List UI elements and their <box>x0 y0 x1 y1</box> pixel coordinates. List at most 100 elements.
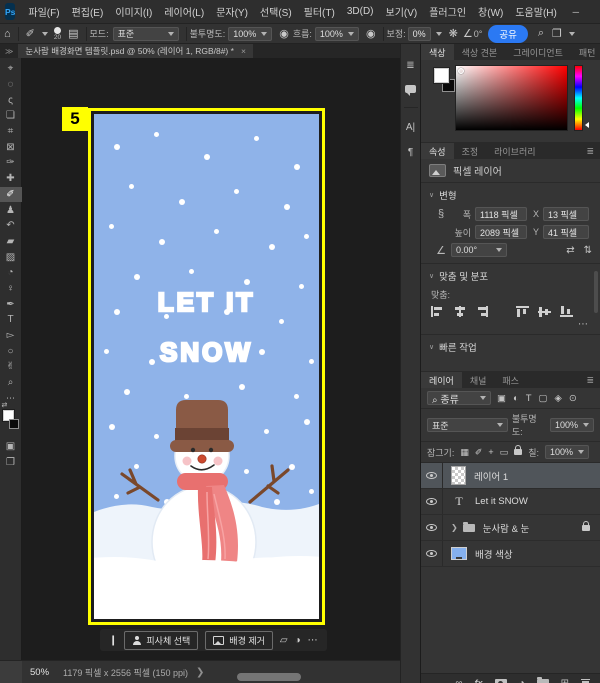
height-field[interactable]: 2089 픽셀 <box>475 225 527 239</box>
comments-panel-icon[interactable] <box>405 85 416 96</box>
lock-all-icon[interactable] <box>514 445 523 455</box>
x-field[interactable]: 13 픽셀 <box>543 207 589 221</box>
menu-item-0[interactable]: 파일(F) <box>23 2 64 21</box>
brush-settings-panel-icon[interactable]: ▤ <box>64 27 82 40</box>
group-expander-icon[interactable]: ❯ <box>451 523 458 532</box>
eyedropper-tool[interactable]: ✑ <box>0 155 22 171</box>
menu-item-2[interactable]: 이미지(I) <box>110 2 157 21</box>
share-button[interactable]: 공유 <box>488 24 528 43</box>
layer-thumbnail[interactable] <box>451 547 467 560</box>
layer-row-text[interactable]: T Let it SNOW <box>421 489 600 515</box>
layer-thumbnail[interactable] <box>451 466 466 485</box>
transform-section-header[interactable]: ∨ 변형 <box>421 183 600 205</box>
object-selection-tool[interactable]: ❏ <box>0 108 22 124</box>
crop-icon[interactable]: ▱ <box>280 635 288 646</box>
tab-gradients[interactable]: 그레이디언트 <box>505 44 571 60</box>
layer-name[interactable]: 레이어 1 <box>474 469 508 483</box>
layer-opacity-select[interactable]: 100% <box>549 418 594 432</box>
character-panel-icon[interactable]: A| <box>406 122 415 133</box>
align-center-horizontal-icon[interactable] <box>453 306 466 317</box>
clone-stamp-tool[interactable]: ♟ <box>0 202 22 218</box>
width-field[interactable]: 1118 픽셀 <box>475 207 527 221</box>
hand-tool[interactable]: ✌ <box>0 359 22 375</box>
lock-paint-icon[interactable]: ✐ <box>475 447 483 458</box>
search-icon[interactable]: ⌕ <box>534 27 548 40</box>
blend-mode-select[interactable]: 표준 <box>112 26 179 41</box>
gear-icon[interactable]: ❋ <box>445 27 462 40</box>
zoom-tool[interactable]: ⌕ <box>0 375 22 391</box>
tab-properties[interactable]: 속성 <box>421 143 454 159</box>
y-field[interactable]: 41 픽셀 <box>543 225 589 239</box>
angle-select[interactable]: 0.00° <box>451 243 507 257</box>
panel-menu-icon[interactable]: ≣ <box>586 146 594 157</box>
scrollbar-thumb[interactable] <box>594 271 598 313</box>
lasso-tool[interactable]: ς <box>0 92 22 108</box>
filter-adjustment-layers-icon[interactable]: ◐ <box>513 393 519 404</box>
tab-patterns[interactable]: 패턴 <box>571 44 600 60</box>
new-layer-icon[interactable]: ⊞ <box>561 678 569 683</box>
path-selection-tool[interactable]: ▻ <box>0 328 22 344</box>
pen-tool[interactable]: ✒ <box>0 296 22 312</box>
airbrush-icon[interactable]: ◉ <box>362 27 380 40</box>
layer-blend-mode-select[interactable]: 표준 <box>427 418 508 432</box>
layer-row-group[interactable]: ❯ 눈사람 & 눈 <box>421 515 600 541</box>
flip-vertical-icon[interactable]: ⇅ <box>584 245 592 256</box>
layer-filter-select[interactable]: ⌕ 종류 <box>427 391 491 406</box>
healing-brush-tool[interactable]: ✚ <box>0 171 22 187</box>
maximize-button[interactable]: □ <box>590 0 600 24</box>
menu-item-7[interactable]: 3D(D) <box>342 4 379 19</box>
layer-row-layer1[interactable]: 레이어 1 <box>421 463 600 489</box>
menu-item-1[interactable]: 편집(E) <box>67 2 109 21</box>
brush-dropdown-icon[interactable] <box>41 31 48 36</box>
tab-color[interactable]: 색상 <box>421 44 454 60</box>
panel-menu-icon[interactable]: ≣ <box>586 375 594 386</box>
tab-channels[interactable]: 채널 <box>462 372 495 388</box>
align-center-vertical-icon[interactable] <box>538 306 551 317</box>
pressure-opacity-icon[interactable]: ◉ <box>275 27 293 40</box>
move-tool[interactable]: ⌖ <box>0 61 22 77</box>
tab-layers[interactable]: 레이어 <box>421 372 462 388</box>
history-brush-tool[interactable]: ↶ <box>0 218 22 234</box>
menu-item-6[interactable]: 필터(T) <box>299 2 340 21</box>
select-subject-button[interactable]: 피사체 선택 <box>124 630 199 650</box>
flip-horizontal-icon[interactable]: ⇄ <box>566 245 574 256</box>
screen-mode-icon[interactable]: ❐ <box>6 457 15 468</box>
quick-actions-header[interactable]: ∨ 빠른 작업 <box>421 335 600 357</box>
filter-toggle-icon[interactable]: ⊙ <box>569 393 577 404</box>
color-marker[interactable] <box>458 68 464 74</box>
menu-item-4[interactable]: 문자(Y) <box>211 2 253 21</box>
link-layers-icon[interactable]: ∞ <box>455 678 462 683</box>
shape-tool[interactable]: ○ <box>0 343 22 359</box>
align-more-icon[interactable]: ⋯ <box>421 319 600 334</box>
new-group-icon[interactable] <box>536 677 549 683</box>
scrollbar-thumb[interactable] <box>237 673 301 681</box>
blur-tool[interactable]: ◔ <box>0 265 22 281</box>
remove-background-button[interactable]: 배경 제거 <box>205 630 273 650</box>
layer-effects-icon[interactable]: fx <box>475 678 483 683</box>
menu-item-5[interactable]: 선택(S) <box>255 2 297 21</box>
document-tab[interactable]: 눈사람 배경화면 템플릿.psd @ 50% (레이어 1, RGB/8#) *… <box>18 44 253 58</box>
more-options-icon[interactable]: ⋯ <box>308 635 318 646</box>
gradient-tool[interactable]: ▨ <box>0 249 22 265</box>
align-top-icon[interactable] <box>516 306 529 317</box>
color-swatches-widget[interactable]: ⇄ <box>1 402 21 436</box>
brush-settings-panel-icon[interactable]: ≣ <box>406 60 414 71</box>
align-right-icon[interactable] <box>475 306 488 317</box>
align-section-header[interactable]: ∨ 맞춤 및 분포 <box>421 264 600 286</box>
type-tool[interactable]: T <box>0 312 22 328</box>
marquee-tool[interactable]: ◌ <box>0 77 22 93</box>
workspace-icon[interactable]: ❐ <box>548 27 566 40</box>
eye-icon[interactable] <box>426 550 437 557</box>
filter-smart-objects-icon[interactable]: ◈ <box>555 393 562 404</box>
brush-tool[interactable]: ✐ <box>0 186 22 203</box>
align-left-icon[interactable] <box>431 306 444 317</box>
tab-adjustments[interactable]: 조정 <box>454 143 487 159</box>
minimize-button[interactable]: ─ <box>562 0 590 24</box>
brush-preset-picker[interactable]: 20 <box>51 26 64 41</box>
flow-select[interactable]: 100% <box>314 26 359 41</box>
opacity-select[interactable]: 100% <box>228 26 273 41</box>
frame-tool[interactable]: ⊠ <box>0 139 22 155</box>
saturation-brightness-field[interactable] <box>455 65 568 131</box>
taskbar-grip-handle[interactable]: ❙ <box>109 635 117 646</box>
tab-swatches[interactable]: 색상 견본 <box>454 44 506 60</box>
